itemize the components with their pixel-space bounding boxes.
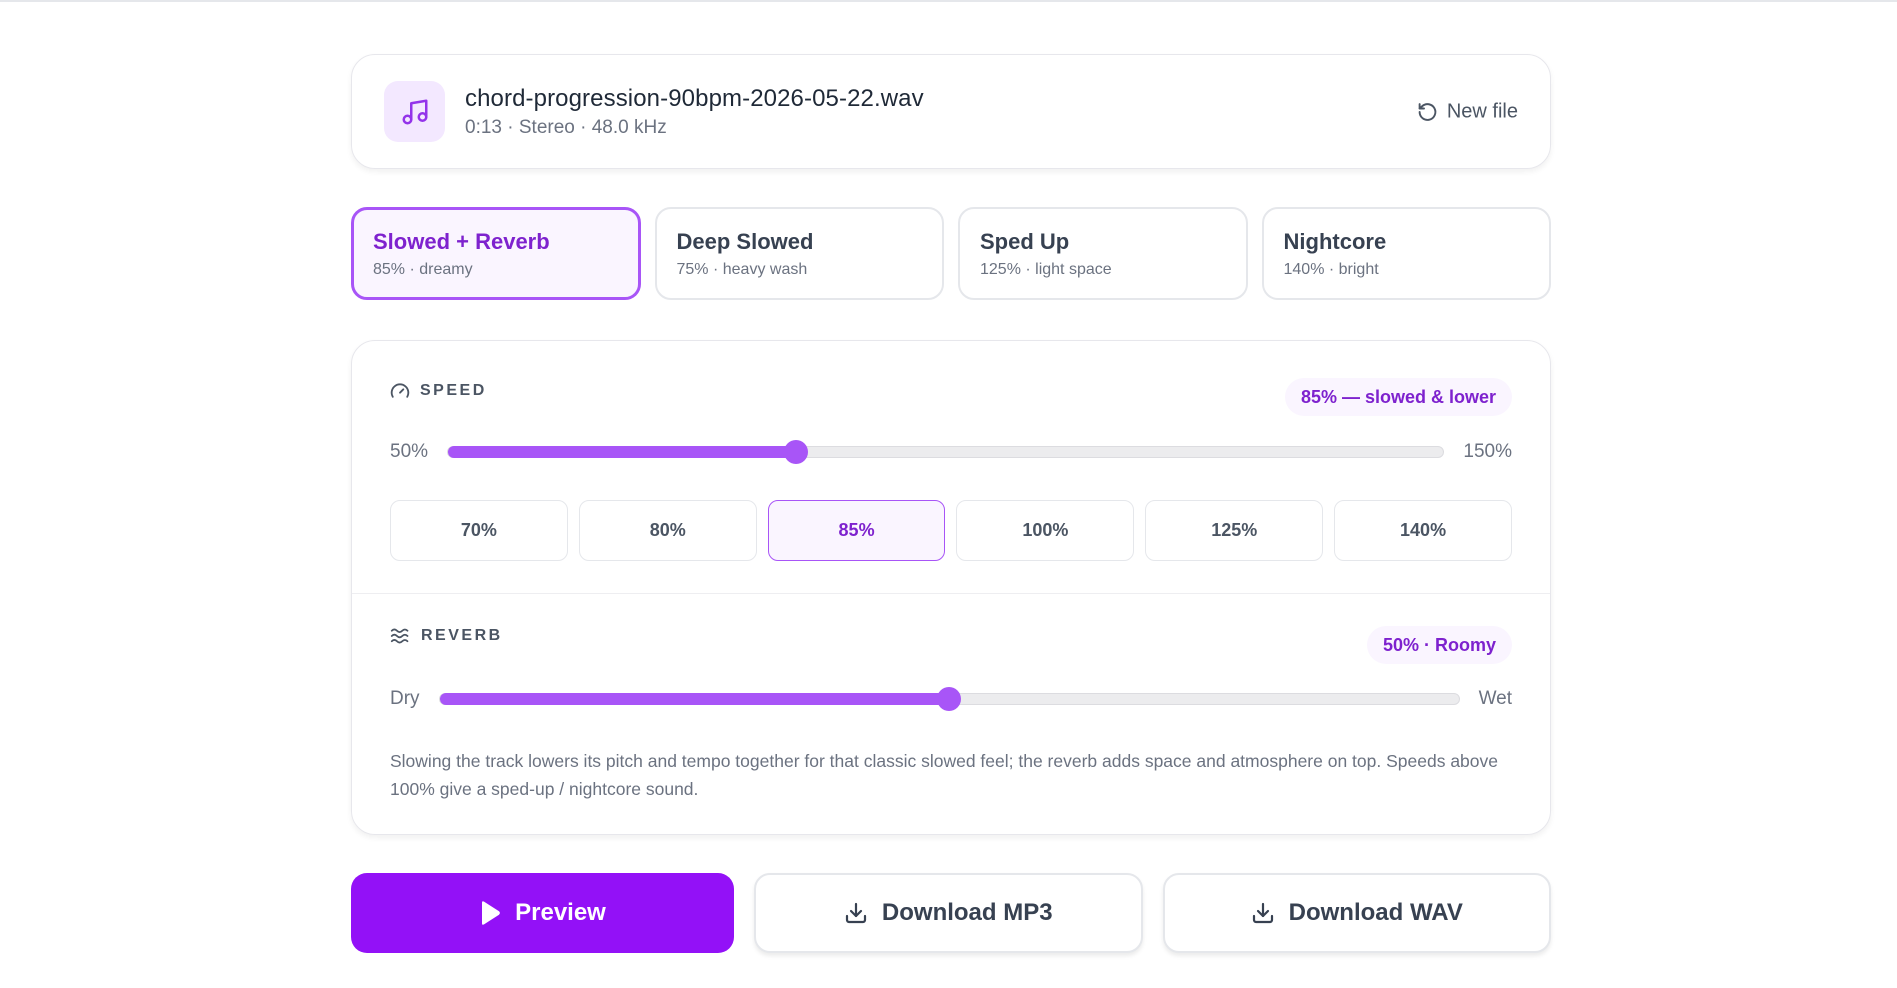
speed-option-70[interactable]: 70% [390, 500, 568, 561]
new-file-button[interactable]: New file [1417, 100, 1518, 123]
action-bar: Preview Download MP3 Download WAV [351, 873, 1551, 953]
preset-desc: 140% · bright [1283, 261, 1379, 278]
file-card: chord-progression-90bpm-2026-05-22.wav 0… [351, 54, 1551, 169]
preset-desc: 75% · heavy wash [676, 261, 808, 278]
download-mp3-button[interactable]: Download MP3 [754, 873, 1143, 953]
reverb-section: REVERB 50% · Roomy Dry Wet Slowing the t… [352, 594, 1550, 834]
new-file-label: New file [1446, 100, 1518, 122]
file-icon-tile [384, 81, 445, 142]
speed-option-85[interactable]: 85% [767, 500, 946, 561]
speed-option-140[interactable]: 140% [1334, 500, 1512, 561]
reverb-slider-row: Dry Wet [390, 687, 1512, 711]
speed-title: SPEED [420, 382, 487, 399]
preview-label: Preview [515, 899, 606, 926]
speed-max-label: 150% [1463, 441, 1512, 462]
speed-option-125[interactable]: 125% [1145, 500, 1324, 561]
preset-slowed-reverb[interactable]: Slowed + Reverb 85% · dreamy [351, 207, 641, 300]
preset-desc: 85% · dreamy [373, 261, 473, 278]
play-icon [482, 901, 501, 925]
download-wav-button[interactable]: Download WAV [1162, 873, 1551, 953]
speed-option-80[interactable]: 80% [578, 500, 757, 561]
speed-badge: 85% — slowed & lower [1284, 378, 1512, 416]
top-divider [0, 0, 1897, 3]
speed-options: 70% 80% 85% 100% 125% 140% [390, 500, 1512, 561]
preset-deep-slowed[interactable]: Deep Slowed 75% · heavy wash [654, 207, 944, 300]
reverb-header: REVERB [390, 627, 503, 645]
preview-button[interactable]: Preview [351, 873, 734, 953]
download-icon [845, 902, 867, 924]
speed-slider[interactable] [447, 440, 1445, 464]
preset-name: Slowed + Reverb [373, 229, 550, 254]
preset-nightcore[interactable]: Nightcore 140% · bright [1261, 207, 1551, 300]
preset-name: Nightcore [1283, 229, 1387, 254]
reverb-badge: 50% · Roomy [1366, 626, 1512, 664]
gauge-icon [390, 383, 410, 398]
speed-option-100[interactable]: 100% [956, 500, 1135, 561]
speed-slider-row: 50% 150% [390, 440, 1512, 464]
reverb-slider-thumb[interactable] [937, 687, 962, 711]
speed-slider-thumb[interactable] [784, 440, 809, 464]
speed-min-label: 50% [390, 441, 429, 462]
reverb-description: Slowing the track lowers its pitch and t… [390, 751, 1498, 799]
speed-section: SPEED 85% — slowed & lower 50% 150% 70% … [352, 341, 1550, 594]
file-name: chord-progression-90bpm-2026-05-22.wav [465, 84, 924, 112]
speed-slider-fill [448, 446, 797, 458]
preset-name: Deep Slowed [676, 229, 814, 254]
download-mp3-label: Download MP3 [881, 899, 1053, 926]
reverb-wet-label: Wet [1478, 688, 1512, 709]
reverb-slider[interactable] [438, 687, 1460, 711]
main-panel: chord-progression-90bpm-2026-05-22.wav 0… [351, 54, 1551, 953]
preset-desc: 125% · light space [980, 261, 1112, 278]
controls-card: SPEED 85% — slowed & lower 50% 150% 70% … [351, 340, 1551, 835]
reverb-title: REVERB [421, 627, 503, 644]
download-wav-label: Download WAV [1288, 899, 1463, 926]
preset-list: Slowed + Reverb 85% · dreamy Deep Slowed… [351, 207, 1551, 300]
download-icon [1252, 902, 1273, 924]
speed-header: SPEED [390, 381, 487, 401]
music-note-icon [402, 99, 427, 124]
reverb-dry-label: Dry [390, 688, 420, 709]
reverb-slider-fill [439, 693, 950, 705]
preset-name: Sped Up [980, 229, 1070, 254]
file-meta: chord-progression-90bpm-2026-05-22.wav 0… [465, 85, 924, 139]
preset-sped-up[interactable]: Sped Up 125% · light space [958, 207, 1248, 300]
rotate-ccw-icon [1418, 102, 1437, 121]
waves-icon [390, 628, 409, 644]
file-info: 0:13 · Stereo · 48.0 kHz [465, 116, 667, 138]
